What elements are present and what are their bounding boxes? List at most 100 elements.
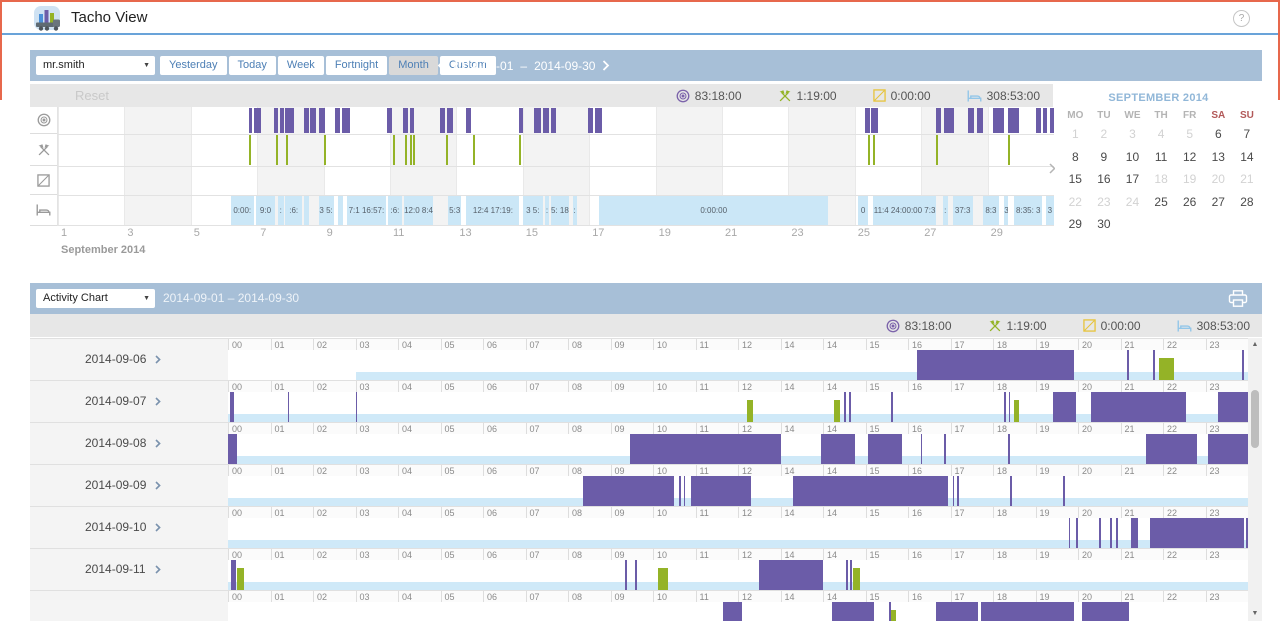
app-header: Tacho View ?	[2, 2, 1278, 35]
drive-bar	[684, 476, 686, 506]
hour-tick	[611, 423, 612, 434]
work-bar	[1008, 135, 1010, 165]
calendar-day-29[interactable]: 29	[1061, 214, 1090, 234]
day-label[interactable]: 2014-09-11	[85, 562, 161, 576]
hour-label: 20	[1082, 340, 1092, 350]
hour-label: 08	[572, 592, 582, 602]
hour-tick	[1121, 465, 1122, 476]
day-label[interactable]: 2014-09-08	[85, 436, 161, 450]
calendar-day-26[interactable]: 26	[1175, 192, 1204, 212]
hour-label: 17	[955, 508, 965, 518]
range-button-month[interactable]: Month	[389, 56, 438, 75]
rest-bar: :	[545, 196, 548, 225]
calendar-day-25[interactable]: 25	[1147, 192, 1176, 212]
calendar-day-12[interactable]: 12	[1175, 147, 1204, 167]
rest-bar: :6:	[285, 196, 302, 225]
stat-rest: 308:53:00	[967, 89, 1040, 103]
bed-icon	[30, 195, 57, 226]
printer-icon[interactable]	[1227, 289, 1249, 313]
activity-type-icons	[30, 107, 57, 226]
hour-tick	[781, 591, 782, 602]
calendar-day-28[interactable]: 28	[1233, 192, 1262, 212]
hour-tick	[653, 381, 654, 392]
scrollbar-thumb[interactable]	[1251, 390, 1259, 448]
calendar-day-11[interactable]: 11	[1147, 147, 1176, 167]
stat-work: 1:19:00	[988, 319, 1047, 333]
hour-label: 22	[1167, 424, 1177, 434]
month-axis-day: 7	[260, 227, 266, 239]
activity-date-range: 2014-09-01 – 2014-09-30	[163, 283, 299, 314]
hour-tick	[441, 591, 442, 602]
hour-tick	[1036, 549, 1037, 560]
day-label[interactable]: 2014-09-09	[85, 478, 161, 492]
hour-label: 21	[1125, 466, 1135, 476]
hour-label: 22	[1167, 592, 1177, 602]
chevron-right-icon[interactable]	[602, 60, 610, 71]
vertical-scrollbar[interactable]: ▲ ▼	[1248, 338, 1262, 621]
row-separator	[58, 225, 1054, 226]
hour-tick	[1163, 339, 1164, 350]
rest-bar: :	[278, 196, 284, 225]
drive-bar	[304, 108, 309, 133]
rest-bar: 8:35: 3	[1014, 196, 1042, 225]
hour-label: 03	[360, 424, 370, 434]
hour-tick	[866, 549, 867, 560]
day-label[interactable]: 2014-09-06	[85, 352, 161, 366]
hour-label: 16	[912, 382, 922, 392]
drive-bar	[387, 108, 392, 133]
drive-bar	[1218, 392, 1248, 422]
reset-button[interactable]: Reset	[75, 88, 109, 103]
scroll-up-icon[interactable]: ▲	[1248, 341, 1262, 348]
calendar-day-30[interactable]: 30	[1090, 214, 1119, 234]
calendar-day-10[interactable]: 10	[1118, 147, 1147, 167]
hour-tick	[1121, 423, 1122, 434]
range-button-yesterday[interactable]: Yesterday	[160, 56, 227, 75]
hour-label: 11	[700, 424, 709, 434]
calendar-day-14[interactable]: 14	[1233, 147, 1262, 167]
hour-tick	[441, 339, 442, 350]
drive-bar	[583, 476, 674, 506]
chart-type-select[interactable]: Activity Chart ▼	[36, 289, 155, 308]
calendar-day-8[interactable]: 8	[1061, 147, 1090, 167]
hour-label: 06	[487, 382, 497, 392]
day-label[interactable]: 2014-09-07	[85, 394, 161, 408]
stat-rest-value: 308:53:00	[1197, 319, 1250, 333]
calendar-day-9[interactable]: 9	[1090, 147, 1119, 167]
calendar-day-6[interactable]: 6	[1204, 124, 1233, 144]
calendar-day-13[interactable]: 13	[1204, 147, 1233, 167]
help-icon[interactable]: ?	[1233, 10, 1250, 27]
hour-label: 01	[275, 508, 285, 518]
scroll-down-icon[interactable]: ▼	[1248, 610, 1262, 617]
hour-label: 10	[657, 424, 667, 434]
work-bar	[446, 135, 448, 165]
calendar-day-15[interactable]: 15	[1061, 169, 1090, 189]
calendar-day-17[interactable]: 17	[1118, 169, 1147, 189]
range-button-fortnight[interactable]: Fortnight	[326, 56, 387, 75]
driver-select[interactable]: mr.smith ▼	[36, 56, 155, 75]
hour-label: 09	[615, 424, 625, 434]
calendar-day-16[interactable]: 16	[1090, 169, 1119, 189]
day-label[interactable]: 2014-09-10	[85, 520, 161, 534]
hour-tick	[1206, 549, 1207, 560]
month-axis: 1357911131517192123252729	[57, 227, 1053, 241]
hour-label: 20	[1082, 592, 1092, 602]
hour-tick	[1078, 465, 1079, 476]
range-button-week[interactable]: Week	[278, 56, 324, 75]
driver-select-value: mr.smith	[43, 59, 85, 71]
drive-bar	[1242, 350, 1244, 380]
hour-label: 02	[317, 424, 327, 434]
drive-bar	[356, 392, 358, 422]
hour-tick	[1078, 549, 1079, 560]
hour-label: 20	[1082, 382, 1092, 392]
calendar-day-27[interactable]: 27	[1204, 192, 1233, 212]
drive-bar	[868, 434, 902, 464]
range-button-today[interactable]: Today	[229, 56, 276, 75]
hour-axis: 0001020304050607080910111214141516171819…	[228, 423, 1248, 434]
work-bar	[237, 568, 244, 590]
hour-label: 00	[232, 424, 242, 434]
chevron-left-icon[interactable]	[437, 60, 445, 71]
hour-label: 16	[912, 592, 922, 602]
steering-wheel-icon	[30, 107, 57, 134]
hour-label: 14	[827, 508, 837, 518]
calendar-day-7[interactable]: 7	[1233, 124, 1262, 144]
